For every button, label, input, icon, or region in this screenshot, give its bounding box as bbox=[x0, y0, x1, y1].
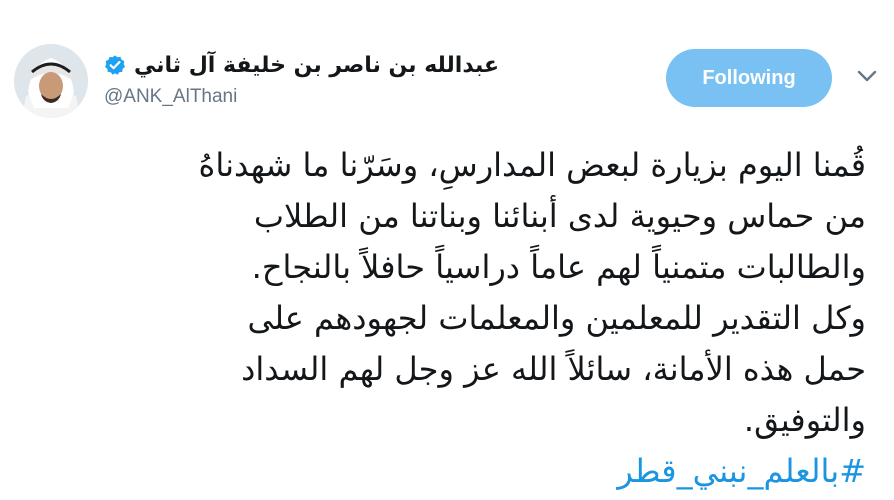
display-name[interactable]: عبدالله بن ناصر بن خليفة آل ثاني bbox=[134, 53, 499, 78]
tweet-card: عبدالله بن ناصر بن خليفة آل ثاني @ANK_Al… bbox=[0, 0, 894, 500]
following-button[interactable]: Following bbox=[666, 49, 832, 107]
tweet-text-line: وكل التقدير للمعلمين والمعلمات لجهودهم ع… bbox=[247, 299, 866, 337]
display-name-row: عبدالله بن ناصر بن خليفة آل ثاني bbox=[104, 48, 524, 82]
tweet-text: قُمنا اليوم بزيارة لبعض المدارسِ، وسَرّن… bbox=[20, 140, 866, 446]
chevron-down-icon[interactable] bbox=[856, 68, 878, 84]
hashtag-link[interactable]: #بالعلم_نبني_قطر bbox=[20, 447, 866, 495]
tweet-text-line: قُمنا اليوم بزيارة لبعض المدارسِ، وسَرّن… bbox=[198, 146, 866, 184]
author-info: عبدالله بن ناصر بن خليفة آل ثاني @ANK_Al… bbox=[104, 48, 524, 108]
tweet-text-line: والتوفيق. bbox=[743, 401, 866, 439]
tweet-header: عبدالله بن ناصر بن خليفة آل ثاني @ANK_Al… bbox=[0, 0, 894, 120]
tweet-text-line: حمل هذه الأمانة، سائلاً الله عز وجل لهم … bbox=[241, 350, 866, 388]
profile-avatar-icon bbox=[14, 44, 88, 118]
tweet-text-line: والطالبات متمنياً لهم عاماً دراسياً حافل… bbox=[251, 248, 866, 286]
user-handle[interactable]: @ANK_AlThani bbox=[104, 86, 524, 108]
avatar[interactable] bbox=[14, 44, 88, 118]
tweet-text-line: من حماس وحيوية لدى أبنائنا وبناتنا من ال… bbox=[253, 197, 866, 235]
verified-badge-icon bbox=[104, 54, 126, 76]
